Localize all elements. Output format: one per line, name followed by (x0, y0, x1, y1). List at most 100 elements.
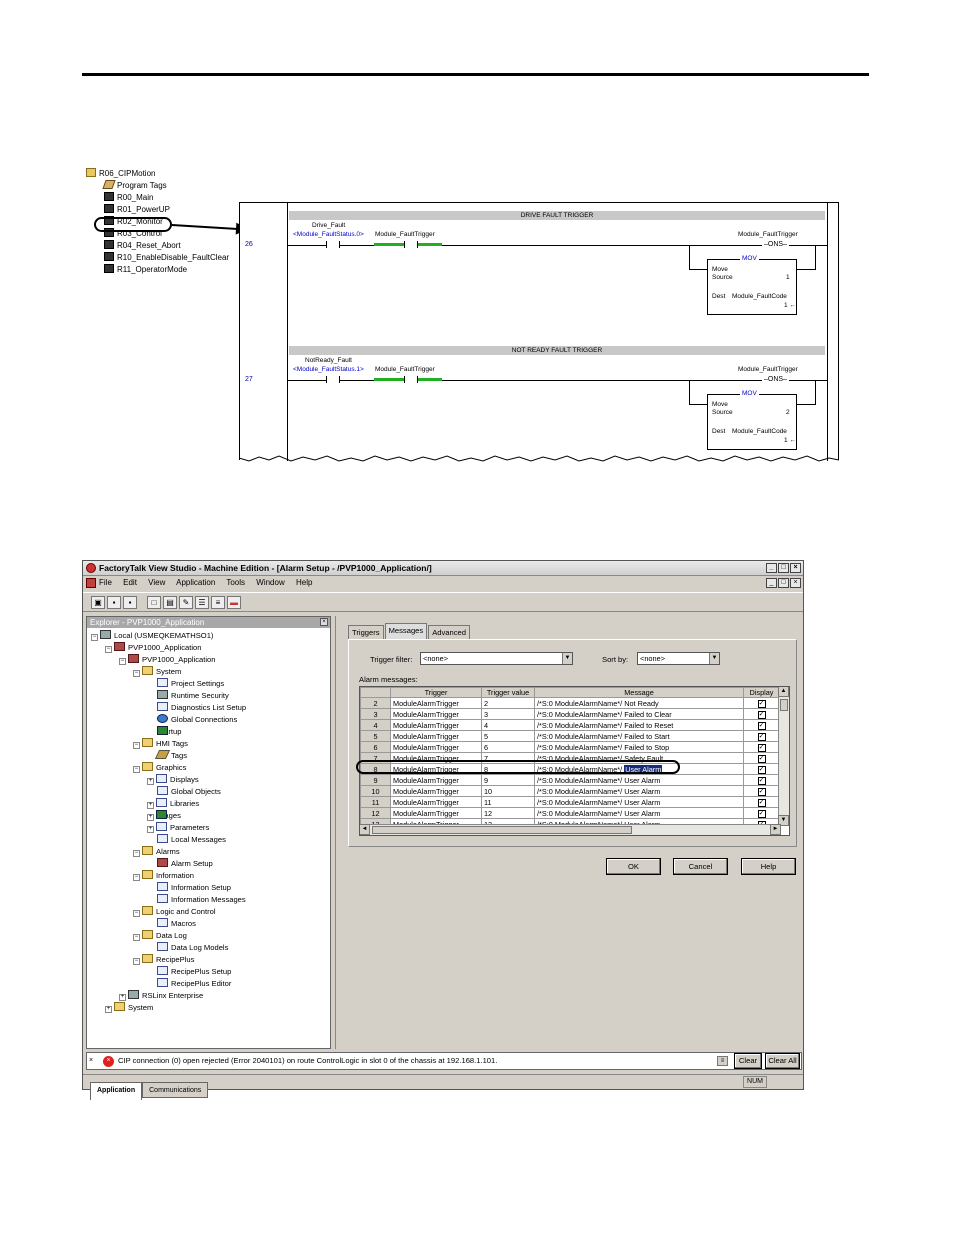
menu-application[interactable]: Application (176, 578, 215, 587)
display-cell[interactable]: ✓ (743, 730, 780, 743)
tab-messages[interactable]: Messages (384, 623, 428, 639)
menu-window[interactable]: Window (256, 578, 284, 587)
table-row[interactable]: 4 ModuleAlarmTrigger 4/*S:0 ModuleAlarmNam… (360, 719, 780, 732)
workbook-icon[interactable]: ≡ (211, 596, 225, 609)
program-node[interactable]: R06_CIPMotion (86, 168, 229, 180)
display-cell[interactable]: ✓ (743, 774, 780, 787)
table-row[interactable]: 9 ModuleAlarmTrigger 9/*S:0 ModuleAlarmNam… (360, 774, 780, 787)
tree-node[interactable]: Diagnostics List Setup (157, 702, 246, 714)
open-project-icon[interactable]: ▣ (91, 596, 105, 609)
row-number[interactable]: 10 (360, 785, 391, 798)
column-header-trigger-value[interactable]: Trigger value (481, 687, 535, 699)
table-row[interactable]: 12 ModuleAlarmTrigger 12/*S:0 ModuleAlarmN… (360, 807, 780, 820)
menu-help[interactable]: Help (296, 578, 312, 587)
table-row[interactable]: 2 ModuleAlarmTrigger 2/*S:0 ModuleAlarmNam… (360, 697, 780, 710)
diagnostics-scroll-icon[interactable]: ≡ (717, 1056, 728, 1066)
tree-node[interactable]: Startup (157, 726, 181, 738)
open-folder-icon[interactable]: ▤ (163, 596, 177, 609)
trigger-cell[interactable]: ModuleAlarmTrigger (390, 796, 482, 809)
tree-node[interactable]: + RSLinx Enterprise (119, 990, 203, 1002)
display-checkbox[interactable]: ✓ (757, 799, 766, 807)
display-cell[interactable]: ✓ (743, 752, 780, 765)
display-checkbox[interactable]: ✓ (757, 788, 766, 796)
cancel-button[interactable]: Cancel (673, 858, 728, 875)
tree-node[interactable]: Tags (154, 750, 187, 762)
menu-file[interactable]: File (99, 578, 112, 587)
tree-node-alarm-setup[interactable]: Alarm Setup (157, 858, 213, 870)
mov-instruction[interactable]: MOV Move Source 2 Dest Module_FaultCode … (707, 390, 797, 450)
trigger-value-cell[interactable]: 5 (481, 730, 535, 743)
column-header-trigger[interactable]: Trigger (390, 687, 482, 699)
help-button[interactable]: Help (741, 858, 796, 875)
display-checkbox[interactable]: ✓ (757, 744, 766, 752)
vertical-scrollbar[interactable]: ▲ ▼ (778, 687, 789, 826)
menu-tools[interactable]: Tools (226, 578, 245, 587)
document-menu-icon[interactable] (86, 578, 96, 588)
rung-number[interactable]: 26 (245, 241, 253, 248)
trigger-filter-select[interactable]: <none> ▼ (420, 652, 573, 665)
clear-all-button[interactable]: Clear All (765, 1053, 800, 1069)
tree-node[interactable]: − RecipePlus (133, 954, 194, 966)
routine-node[interactable]: R11_OperatorMode (86, 264, 229, 276)
xic-contact[interactable] (326, 241, 340, 248)
column-header-message[interactable]: Message (534, 687, 744, 699)
new-icon[interactable]: □ (147, 596, 161, 609)
close-button[interactable]: × (790, 563, 801, 573)
menu-view[interactable]: View (148, 578, 165, 587)
display-checkbox[interactable]: ✓ (757, 766, 766, 774)
trigger-cell[interactable]: ModuleAlarmTrigger (390, 774, 482, 787)
trigger-value-cell[interactable]: 4 (481, 719, 535, 732)
tree-node[interactable]: + Libraries (147, 798, 199, 810)
ok-button[interactable]: OK (606, 858, 661, 875)
trigger-value-cell[interactable]: 3 (481, 708, 535, 721)
tree-node[interactable]: + System (105, 1002, 153, 1014)
row-number[interactable]: 2 (360, 697, 391, 710)
row-number[interactable]: 9 (360, 774, 391, 787)
display-checkbox[interactable]: ✓ (757, 722, 766, 730)
row-number[interactable]: 6 (360, 741, 391, 754)
chevron-down-icon[interactable]: ▼ (562, 653, 572, 664)
display-cell[interactable]: ✓ (743, 807, 780, 820)
trigger-cell[interactable]: ModuleAlarmTrigger (390, 741, 482, 754)
row-number[interactable]: 11 (360, 796, 391, 809)
tree-node[interactable]: RecipePlus Setup (157, 966, 231, 978)
tree-node[interactable]: − Data Log (133, 930, 187, 942)
message-cell[interactable]: /*S:0 ModuleAlarmName*/ Failed to Reset (534, 719, 744, 732)
display-checkbox[interactable]: ✓ (757, 711, 766, 719)
tree-node[interactable]: Information Setup (157, 882, 231, 894)
stop-icon[interactable]: ▬ (227, 596, 241, 609)
save-icon[interactable]: ▪ (107, 596, 121, 609)
row-number[interactable]: 12 (360, 807, 391, 820)
xio-contact[interactable] (404, 376, 418, 383)
tree-node[interactable]: − Alarms (133, 846, 180, 858)
message-cell[interactable]: /*S:0 ModuleAlarmName*/ User Alarm (534, 796, 744, 809)
tree-node[interactable]: − Logic and Control (133, 906, 216, 918)
scroll-right-icon[interactable]: ► (770, 824, 781, 835)
trigger-cell[interactable]: ModuleAlarmTrigger (390, 697, 482, 710)
tree-node[interactable]: − Local (USMEQKEMATHSO1) (91, 630, 213, 642)
trigger-value-cell[interactable]: 10 (481, 785, 535, 798)
tab-advanced[interactable]: Advanced (428, 625, 470, 639)
message-cell[interactable]: /*S:0 ModuleAlarmName*/ Not Ready (534, 697, 744, 710)
tree-node[interactable]: RecipePlus Editor (157, 978, 231, 990)
display-checkbox[interactable]: ✓ (757, 777, 766, 785)
tree-node[interactable]: Macros (157, 918, 196, 930)
minimize-button[interactable]: _ (766, 563, 777, 573)
routine-node[interactable]: R00_Main (86, 192, 229, 204)
display-cell[interactable]: ✓ (743, 763, 780, 776)
row-number[interactable]: 4 (360, 719, 391, 732)
row-number[interactable]: 5 (360, 730, 391, 743)
clear-button[interactable]: Clear (734, 1053, 762, 1069)
tree-node[interactable]: + Parameters (147, 822, 209, 834)
display-checkbox[interactable]: ✓ (757, 755, 766, 763)
maximize-button[interactable]: □ (778, 563, 789, 573)
tree-node[interactable]: Information Messages (157, 894, 246, 906)
table-row[interactable]: 10 ModuleAlarmTrigger 10/*S:0 ModuleAlarmN… (360, 785, 780, 798)
trigger-cell[interactable]: ModuleAlarmTrigger (390, 785, 482, 798)
display-checkbox[interactable]: ✓ (757, 700, 766, 708)
doc-close-button[interactable]: × (790, 578, 801, 588)
tree-node[interactable]: + Images (147, 810, 181, 822)
display-cell[interactable]: ✓ (743, 785, 780, 798)
scroll-thumb[interactable] (372, 826, 632, 834)
ons-instruction[interactable]: –ONS– (762, 241, 789, 248)
